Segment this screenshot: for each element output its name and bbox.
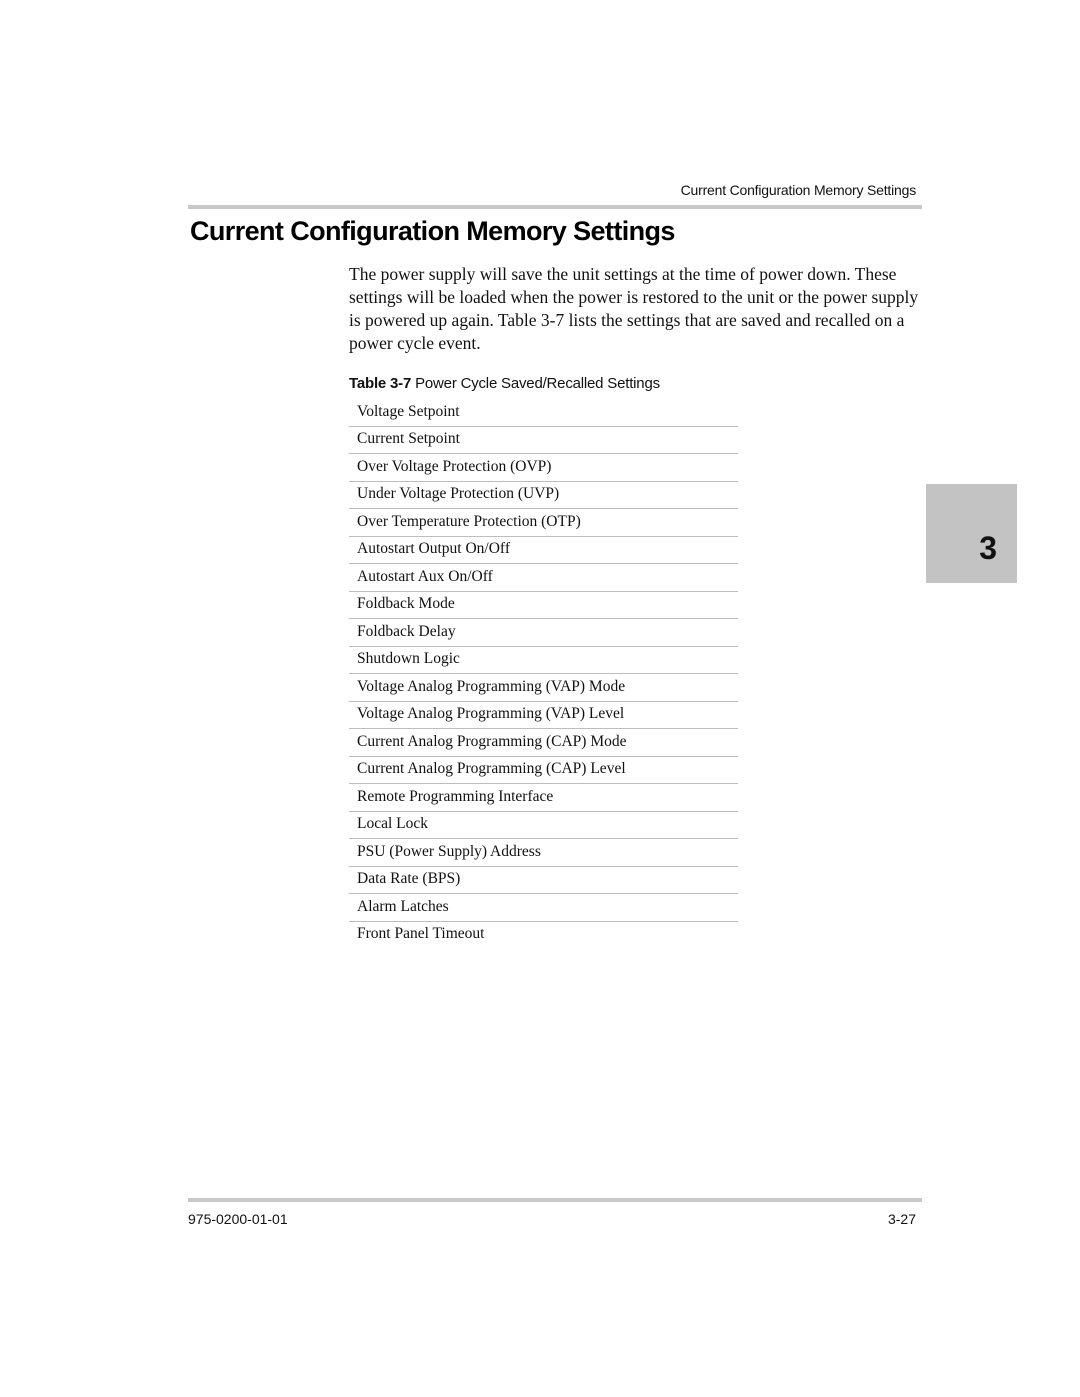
table-cell: Voltage Analog Programming (VAP) Level <box>349 701 738 729</box>
header-rule <box>188 205 922 209</box>
chapter-tab: 3 <box>926 484 1017 583</box>
running-header: Current Configuration Memory Settings <box>680 182 917 198</box>
table-cell: Foldback Delay <box>349 618 738 647</box>
table-cell: Voltage Analog Programming (VAP) Mode <box>349 673 738 702</box>
table-row: Current Setpoint <box>349 426 738 454</box>
page-title: Current Configuration Memory Settings <box>190 216 675 246</box>
table-cell: Remote Programming Interface <box>349 783 738 812</box>
table-row: Foldback Mode <box>349 591 738 619</box>
table-row: Voltage Setpoint <box>349 399 738 427</box>
table-row: Alarm Latches <box>349 893 738 922</box>
document-number: 975-0200-01-01 <box>188 1211 288 1227</box>
table-cell: Under Voltage Protection (UVP) <box>349 481 738 509</box>
table-row: Data Rate (BPS) <box>349 866 738 894</box>
table-cell: Data Rate (BPS) <box>349 866 738 894</box>
table-cell: Shutdown Logic <box>349 646 738 674</box>
settings-table: Voltage Setpoint Current Setpoint Over Vol… <box>349 399 738 948</box>
table-cell: Over Voltage Protection (OVP) <box>349 453 738 482</box>
table-row: Shutdown Logic <box>349 646 738 674</box>
table-cell: Voltage Setpoint <box>349 399 738 427</box>
table-cell: Current Analog Programming (CAP) Mode <box>349 728 738 757</box>
table-cell: Front Panel Timeout <box>357 925 485 943</box>
table-row: Voltage Analog Programming (VAP) Mode <box>349 673 738 702</box>
table-caption-title: Power Cycle Saved/Recalled Settings <box>415 375 660 392</box>
table-row: Under Voltage Protection (UVP) <box>349 481 738 509</box>
table-row: Voltage Analog Programming (VAP) Level <box>349 701 738 729</box>
table-cell: Over Temperature Protection (OTP) <box>349 508 738 537</box>
table-cell: Current Setpoint <box>349 426 738 454</box>
chapter-number: 3 <box>979 530 997 566</box>
table-row: Autostart Aux On/Off <box>349 563 738 592</box>
table-row: Remote Programming Interface <box>349 783 738 812</box>
table-row: Over Temperature Protection (OTP) <box>349 508 738 537</box>
body-paragraph: The power supply will save the unit sett… <box>349 264 919 353</box>
table-caption: Table 3-7 Power Cycle Saved/Recalled Set… <box>349 375 660 392</box>
table-row: Current Analog Programming (CAP) Mode <box>349 728 738 757</box>
table-row: PSU (Power Supply) Address <box>349 838 738 867</box>
table-cell: Current Analog Programming (CAP) Level <box>349 756 738 784</box>
table-cell: Autostart Output On/Off <box>349 536 738 564</box>
page-number: 3-27 <box>887 1211 916 1227</box>
table-row: Current Analog Programming (CAP) Level <box>349 756 738 784</box>
footer-rule <box>188 1198 922 1202</box>
table-cell: Local Lock <box>349 811 738 839</box>
table-row: Over Voltage Protection (OVP) <box>349 453 738 482</box>
table-cell: Foldback Mode <box>349 591 738 619</box>
table-row: Front Panel Timeout <box>349 921 738 948</box>
table-caption-number: Table 3-7 <box>349 375 412 392</box>
settings-table-body: Voltage Setpoint Current Setpoint Over Vol… <box>349 399 738 948</box>
table-cell: PSU (Power Supply) Address <box>349 838 738 867</box>
table-cell: Autostart Aux On/Off <box>349 563 738 592</box>
table-cell: Alarm Latches <box>349 893 738 922</box>
table-row: Foldback Delay <box>349 618 738 647</box>
table-row: Local Lock <box>349 811 738 839</box>
table-row: Autostart Output On/Off <box>349 536 738 564</box>
